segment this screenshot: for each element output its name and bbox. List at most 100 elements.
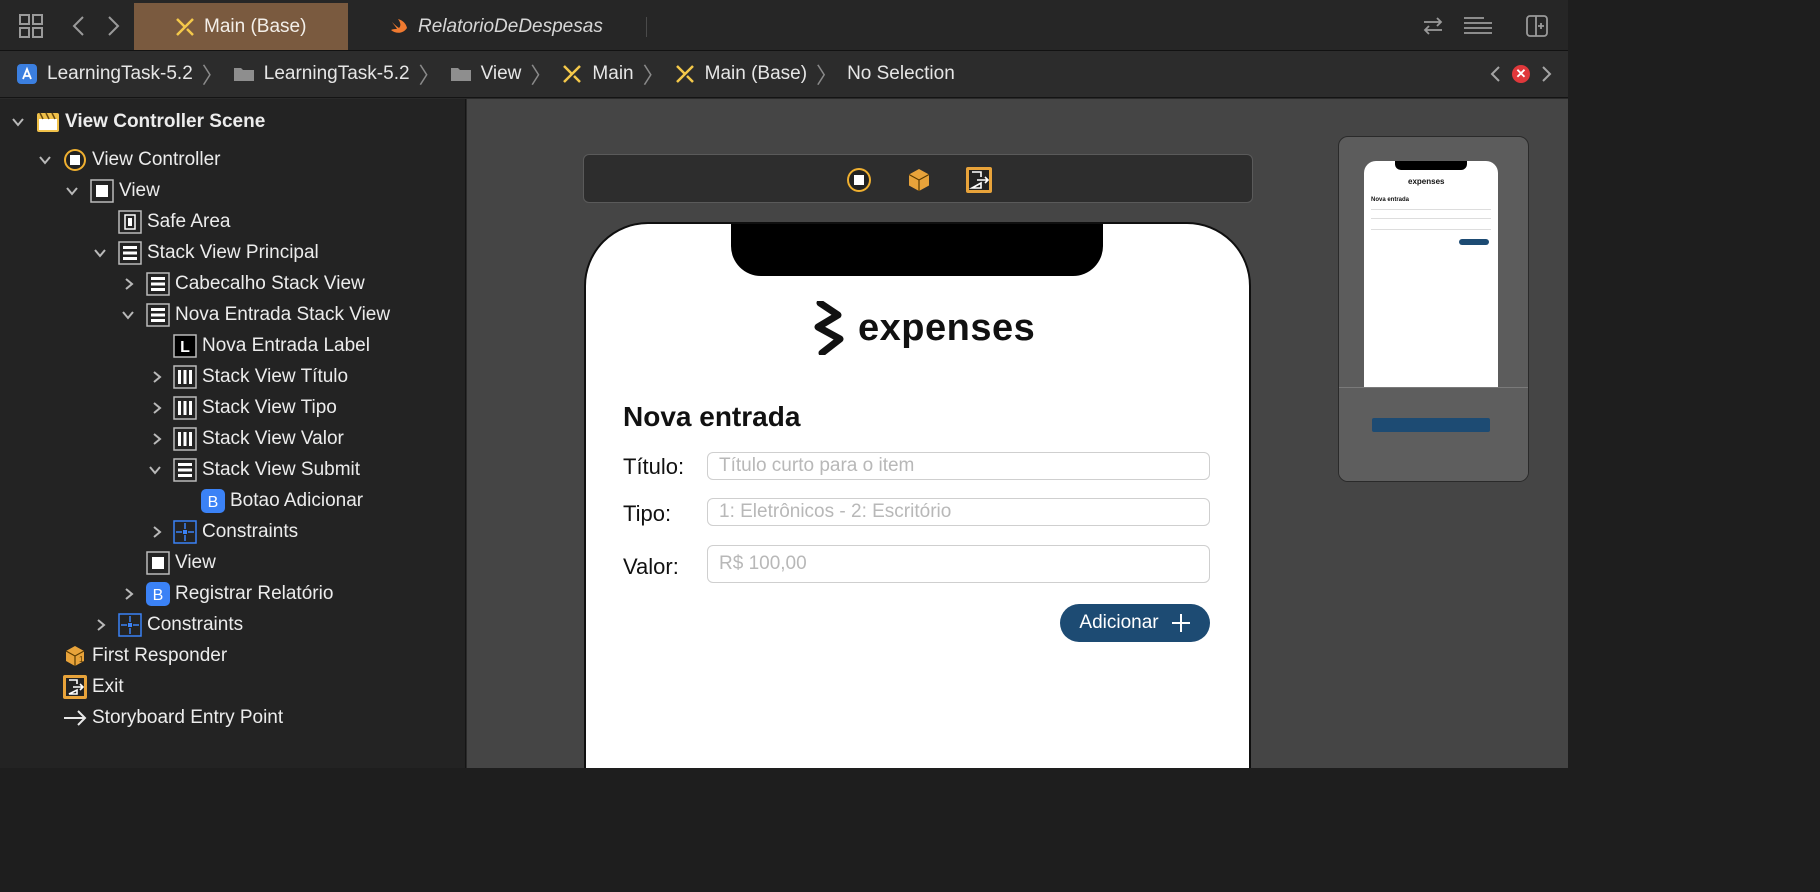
swift-icon xyxy=(391,19,407,33)
outline-label: Stack View Tipo xyxy=(202,397,337,418)
chevron-right-icon: 〉 xyxy=(201,63,224,88)
outline-row-safe-area[interactable]: Safe Area xyxy=(118,208,230,236)
chevron-right-icon[interactable] xyxy=(121,276,137,292)
minimap-field xyxy=(1371,218,1491,219)
exit-icon[interactable] xyxy=(966,167,992,193)
outline-label: View xyxy=(119,180,160,201)
outline-row-registrar-relatorio[interactable]: B Registrar Relatório xyxy=(146,580,333,608)
logo-wordmark: expenses xyxy=(858,306,1036,349)
chevron-right-icon[interactable] xyxy=(149,431,165,447)
chevron-down-icon[interactable] xyxy=(147,462,163,478)
chevron-down-icon[interactable] xyxy=(64,183,80,199)
forward-icon[interactable] xyxy=(100,13,126,39)
iphone-preview[interactable]: expenses Nova entrada Título: Título cur… xyxy=(584,222,1251,768)
outline-label: Nova Entrada Label xyxy=(202,335,370,356)
outline-row-cabecalho[interactable]: Cabecalho Stack View xyxy=(146,270,365,298)
breadcrumb-group[interactable]: LearningTask-5.2 xyxy=(233,63,410,85)
view-icon xyxy=(90,179,114,203)
chevron-right-icon[interactable] xyxy=(121,586,137,602)
outline-label: Stack View Valor xyxy=(202,428,344,449)
tab-main-base[interactable]: Main (Base) xyxy=(134,3,348,50)
outline-row-stack-view-titulo[interactable]: Stack View Título xyxy=(173,363,348,391)
breadcrumb-main[interactable]: Main xyxy=(561,63,634,85)
outline-row-view-inner[interactable]: View xyxy=(146,549,216,577)
chevron-down-icon[interactable] xyxy=(37,152,53,168)
outline-row-constraints[interactable]: Constraints xyxy=(118,611,243,639)
chevron-down-icon[interactable] xyxy=(120,307,136,323)
outline-row-nova-entrada-label[interactable]: L Nova Entrada Label xyxy=(173,332,370,360)
scene-dock xyxy=(583,154,1253,203)
valor-input[interactable]: R$ 100,00 xyxy=(707,545,1210,583)
outline-row-botao-adicionar[interactable]: B Botao Adicionar xyxy=(201,487,363,515)
editor-options-icon[interactable] xyxy=(1462,13,1494,39)
add-editor-icon[interactable] xyxy=(1524,13,1550,39)
tab-relatorio[interactable]: RelatorioDeDespesas xyxy=(386,3,646,50)
minimap-notch xyxy=(1395,161,1467,170)
storyboard-canvas[interactable]: expenses Nova entrada Título: Título cur… xyxy=(467,99,1568,768)
safe-area-icon xyxy=(118,210,142,234)
outline-row-stack-view-principal[interactable]: Stack View Principal xyxy=(118,239,319,267)
chevron-right-icon: 〉 xyxy=(816,63,839,88)
next-issue-icon[interactable] xyxy=(1538,64,1554,84)
vertical-stack-icon xyxy=(118,241,142,265)
chevron-right-icon[interactable] xyxy=(93,617,109,633)
view-controller-icon xyxy=(63,148,87,172)
folder-icon xyxy=(450,68,471,81)
outline-row-nova-entrada-stack[interactable]: Nova Entrada Stack View xyxy=(146,301,390,329)
app-project-icon xyxy=(17,64,37,84)
navigator-grid-icon[interactable] xyxy=(18,13,44,39)
outline-label: Safe Area xyxy=(147,211,231,232)
outline-row-scene[interactable]: View Controller Scene xyxy=(36,108,265,136)
previous-issue-icon[interactable] xyxy=(1488,64,1504,84)
storyboard-icon xyxy=(675,65,694,83)
chevron-down-icon[interactable] xyxy=(10,114,26,130)
tab-separator xyxy=(646,17,647,37)
outline-row-stack-view-valor[interactable]: Stack View Valor xyxy=(173,425,344,453)
breadcrumb-view-folder[interactable]: View xyxy=(450,63,521,85)
tipo-input[interactable]: 1: Eletrônicos - 2: Escritório xyxy=(707,498,1210,526)
breadcrumb: LearningTask-5.2 〉 LearningTask-5.2 〉 Vi… xyxy=(0,51,1568,98)
field-label-titulo: Título: xyxy=(623,454,685,479)
breadcrumb-selection[interactable]: No Selection xyxy=(847,63,955,85)
chevron-right-icon: 〉 xyxy=(642,63,665,88)
outline-row-storyboard-entry[interactable]: Storyboard Entry Point xyxy=(63,704,283,732)
breadcrumb-main-base[interactable]: Main (Base) xyxy=(674,63,807,85)
breadcrumb-project[interactable]: LearningTask-5.2 xyxy=(16,63,193,85)
titulo-input[interactable]: Título curto para o item xyxy=(707,452,1210,480)
swap-icon[interactable] xyxy=(1420,13,1446,39)
add-button-label: Adicionar xyxy=(1079,612,1159,633)
chevron-right-icon[interactable] xyxy=(149,400,165,416)
outline-row-stack-view-tipo[interactable]: Stack View Tipo xyxy=(173,394,337,422)
breadcrumb-label: LearningTask-5.2 xyxy=(263,63,410,84)
chevron-right-icon[interactable] xyxy=(149,524,165,540)
add-button[interactable]: Adicionar xyxy=(1060,604,1210,642)
scene-icon xyxy=(36,110,60,134)
outline-row-view[interactable]: View xyxy=(90,177,160,205)
issue-navigation: ✕ xyxy=(1488,64,1554,84)
error-icon[interactable]: ✕ xyxy=(1512,65,1530,83)
chevron-right-icon[interactable] xyxy=(149,369,165,385)
expenses-logo-icon xyxy=(814,301,844,355)
outline-row-exit[interactable]: Exit xyxy=(63,673,124,701)
breadcrumb-label: No Selection xyxy=(847,63,955,84)
outline-label: Constraints xyxy=(147,614,244,635)
tab-bar: Main (Base) RelatorioDeDespesas xyxy=(0,0,1568,51)
minimap-logo: expenses xyxy=(1408,177,1445,186)
outline-label: View Controller Scene xyxy=(65,111,266,132)
back-icon[interactable] xyxy=(66,13,92,39)
outline-row-constraints-inner[interactable]: Constraints xyxy=(173,518,298,546)
outline-row-view-controller[interactable]: View Controller xyxy=(63,146,220,174)
outline-label: Stack View Principal xyxy=(147,242,319,263)
first-responder-icon[interactable] xyxy=(906,167,932,193)
minimap-field xyxy=(1371,209,1491,210)
outline-row-first-responder[interactable]: 1 First Responder xyxy=(63,642,227,670)
svg-text:B: B xyxy=(153,587,164,604)
chevron-down-icon[interactable] xyxy=(92,245,108,261)
view-controller-icon[interactable] xyxy=(846,167,872,193)
outline-label: View Controller xyxy=(92,149,221,170)
canvas-minimap[interactable]: expenses Nova entrada xyxy=(1338,136,1529,482)
svg-text:B: B xyxy=(208,494,219,511)
outline-row-stack-view-submit[interactable]: Stack View Submit xyxy=(173,456,360,484)
minimap-add-button xyxy=(1459,239,1489,245)
tab-label: RelatorioDeDespesas xyxy=(418,15,603,37)
